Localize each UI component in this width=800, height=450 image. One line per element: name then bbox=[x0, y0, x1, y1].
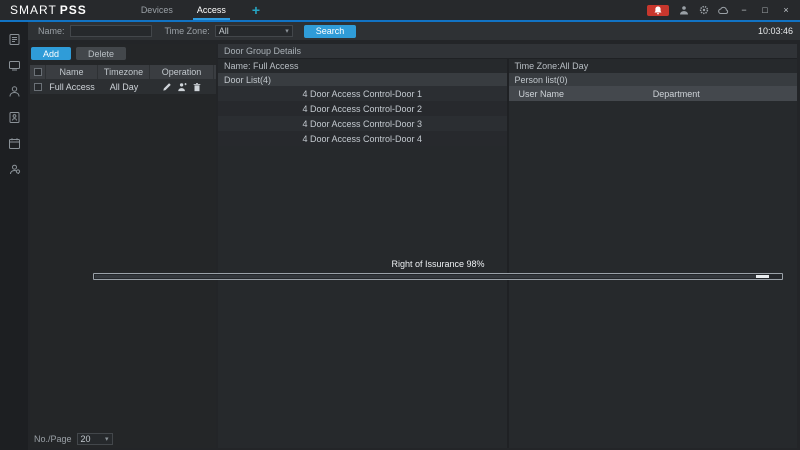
content-area: Name: Time Zone: All ▾ Search 10:03:46 A… bbox=[28, 22, 800, 450]
tab-devices[interactable]: Devices bbox=[129, 0, 185, 20]
alarm-bell-icon bbox=[653, 5, 664, 16]
row-operations bbox=[150, 79, 214, 94]
name-input[interactable] bbox=[69, 25, 152, 37]
nav-log-icon[interactable] bbox=[7, 32, 22, 47]
app-logo: SMART PSS bbox=[0, 3, 87, 17]
cloud-icon[interactable] bbox=[718, 5, 729, 16]
assign-person-icon[interactable] bbox=[177, 82, 187, 92]
group-timezone-label: Time Zone:All Day bbox=[514, 61, 589, 71]
person-list-column: Time Zone:All Day Person list(0) User Na… bbox=[508, 59, 797, 448]
nav-user-icon[interactable] bbox=[7, 84, 22, 99]
filter-bar: Name: Time Zone: All ▾ Search 10:03:46 bbox=[28, 22, 800, 40]
list-item[interactable]: 4 Door Access Control-Door 4 bbox=[218, 131, 507, 146]
settings-gear-icon[interactable] bbox=[698, 5, 709, 16]
logo-smart: SMART bbox=[10, 3, 57, 17]
table-row[interactable]: Full Access All Day bbox=[30, 79, 216, 94]
door-list: 4 Door Access Control-Door 1 4 Door Acce… bbox=[218, 86, 507, 146]
door-list-header: Door List(4) bbox=[218, 73, 507, 86]
search-button[interactable]: Search bbox=[303, 24, 357, 38]
row-timezone: All Day bbox=[109, 81, 139, 92]
group-table-header: Name Timezone Operation bbox=[30, 65, 216, 79]
nav-device-icon[interactable] bbox=[7, 58, 22, 73]
issuance-progress: Right of Issurance 98% bbox=[93, 259, 783, 280]
per-page-select[interactable]: 20 ▾ bbox=[76, 433, 113, 445]
progress-fill bbox=[95, 275, 770, 278]
module-sidebar bbox=[0, 22, 28, 450]
smartpss-window: SMART PSS Devices Access + − □ × Name: T… bbox=[0, 0, 800, 450]
row-name: Full Access bbox=[49, 81, 95, 92]
person-list-header: Person list(0) bbox=[508, 73, 797, 86]
details-title: Door Group Details bbox=[218, 44, 797, 58]
timezone-selected-value: All bbox=[218, 26, 229, 36]
delete-button[interactable]: Delete bbox=[76, 47, 127, 60]
top-right-cluster: − □ × bbox=[647, 4, 800, 16]
add-button[interactable]: Add bbox=[31, 47, 72, 60]
logo-pss: PSS bbox=[59, 3, 87, 17]
header-user-name: User Name bbox=[518, 88, 565, 99]
header-name: Name bbox=[46, 65, 98, 79]
details-columns: Name: Full Access Door List(4) 4 Door Ac… bbox=[218, 59, 797, 448]
pagination-bar: No./Page 20 ▾ bbox=[30, 432, 216, 448]
tab-access[interactable]: Access bbox=[185, 0, 238, 20]
top-bar: SMART PSS Devices Access + − □ × bbox=[0, 0, 800, 20]
door-group-list-pane: Add Delete Name Timezone Operation Full … bbox=[30, 44, 216, 448]
tab-bar: Devices Access + bbox=[129, 0, 266, 20]
nav-console-icon[interactable] bbox=[7, 162, 22, 177]
maximize-button[interactable]: □ bbox=[759, 5, 771, 15]
timezone-label: Time Zone: bbox=[164, 26, 210, 36]
group-name-label: Name: Full Access bbox=[224, 61, 299, 71]
system-clock: 10:03:46 bbox=[757, 26, 793, 36]
workspace: Add Delete Name Timezone Operation Full … bbox=[28, 40, 800, 450]
door-list-column: Name: Full Access Door List(4) 4 Door Ac… bbox=[218, 59, 507, 448]
issuance-progress-track bbox=[93, 273, 783, 280]
list-item[interactable]: 4 Door Access Control-Door 2 bbox=[218, 101, 507, 116]
per-page-value: 20 bbox=[80, 434, 91, 444]
header-timezone: Timezone bbox=[98, 65, 150, 79]
nav-attendance-icon[interactable] bbox=[7, 136, 22, 151]
chevron-down-icon: ▾ bbox=[105, 436, 109, 443]
list-toolbar: Add Delete bbox=[30, 44, 216, 65]
new-tab-button[interactable]: + bbox=[246, 0, 266, 20]
nav-permission-icon[interactable] bbox=[7, 110, 22, 125]
per-page-label: No./Page bbox=[34, 434, 72, 444]
row-checkbox[interactable] bbox=[34, 82, 42, 91]
edit-icon[interactable] bbox=[162, 82, 172, 92]
trash-icon[interactable] bbox=[192, 82, 202, 92]
user-account-icon[interactable] bbox=[678, 5, 689, 16]
header-operation: Operation bbox=[150, 65, 214, 79]
door-group-details-pane: Door Group Details Name: Full Access Doo… bbox=[218, 44, 797, 448]
close-button[interactable]: × bbox=[780, 5, 792, 15]
alarm-badge[interactable] bbox=[647, 4, 669, 16]
door-list-empty-area bbox=[218, 146, 507, 448]
issuance-progress-label: Right of Issurance 98% bbox=[391, 259, 485, 269]
person-table-header: User Name Department bbox=[508, 86, 797, 101]
list-item[interactable]: 4 Door Access Control-Door 1 bbox=[218, 86, 507, 101]
header-department: Department bbox=[652, 88, 700, 99]
list-item[interactable]: 4 Door Access Control-Door 3 bbox=[218, 116, 507, 131]
select-all-checkbox[interactable] bbox=[33, 68, 42, 76]
name-label: Name: bbox=[38, 26, 65, 36]
minimize-button[interactable]: − bbox=[738, 5, 750, 15]
chevron-down-icon: ▾ bbox=[285, 28, 289, 35]
timezone-select[interactable]: All ▾ bbox=[214, 25, 293, 37]
